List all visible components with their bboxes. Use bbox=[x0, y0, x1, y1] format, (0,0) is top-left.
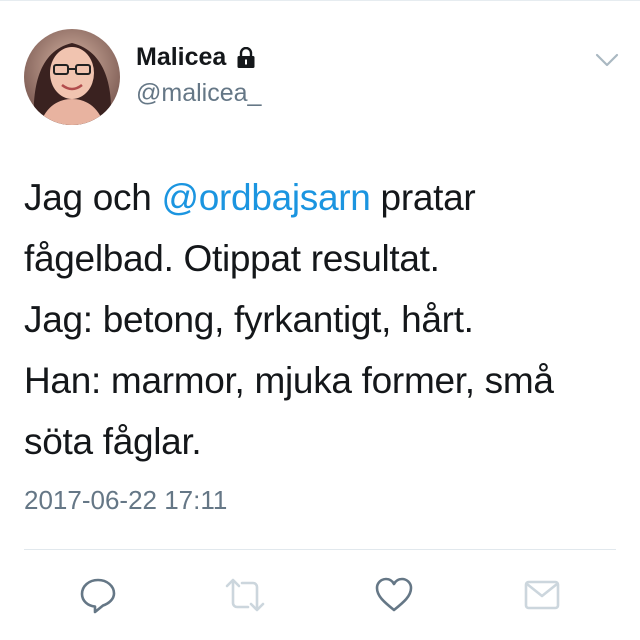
mention-link[interactable]: @ordbajsarn bbox=[161, 177, 370, 218]
divider bbox=[24, 549, 616, 550]
tweet-line: söta fåglar. bbox=[24, 421, 202, 462]
reply-icon bbox=[78, 575, 118, 615]
avatar[interactable] bbox=[24, 29, 120, 125]
handle[interactable]: @malicea_ bbox=[136, 79, 261, 108]
direct-message-button[interactable] bbox=[522, 575, 562, 615]
like-button[interactable] bbox=[374, 575, 414, 615]
tweet-line: Jag: betong, fyrkantigt, hårt. bbox=[24, 299, 474, 340]
tweet-text: Jag och @ordbajsarn pratar fågelbad. Oti… bbox=[24, 167, 620, 472]
tweet-line: Han: marmor, mjuka former, små bbox=[24, 360, 554, 401]
retweet-button[interactable] bbox=[225, 575, 265, 615]
tweet-line: Jag och @ordbajsarn pratar bbox=[24, 177, 476, 218]
tweet-line: fågelbad. Otippat resultat. bbox=[24, 238, 440, 279]
heart-icon bbox=[374, 575, 414, 615]
lock-icon bbox=[236, 46, 256, 69]
display-name-text: Malicea bbox=[136, 43, 227, 71]
tweet-card: Malicea @malicea_ Jag och @ordbajsarn pr… bbox=[0, 0, 640, 640]
chevron-down-icon[interactable] bbox=[594, 51, 620, 69]
envelope-icon bbox=[522, 575, 562, 615]
display-name[interactable]: Malicea bbox=[136, 43, 256, 72]
retweet-icon bbox=[223, 575, 267, 615]
reply-button[interactable] bbox=[78, 575, 118, 615]
timestamp[interactable]: 2017-06-22 17:11 bbox=[24, 485, 227, 516]
